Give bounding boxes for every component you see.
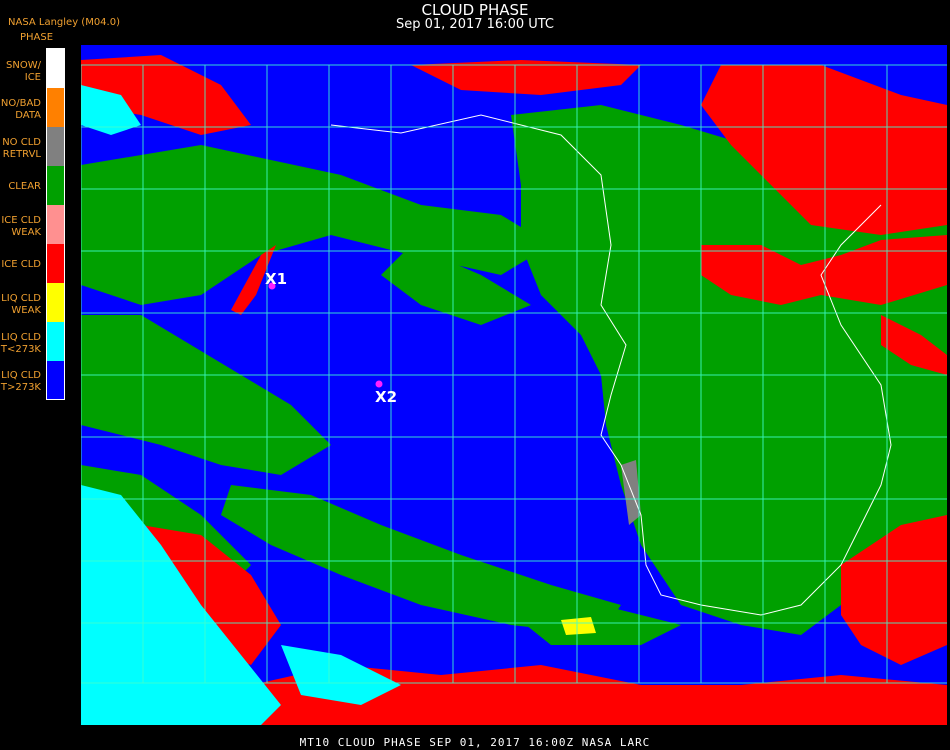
legend-swatch-ice-cld bbox=[47, 244, 64, 283]
legend-swatch-liq-cld-cold bbox=[47, 322, 64, 361]
legend-colorbar bbox=[46, 48, 65, 400]
legend-label-clear: CLEAR bbox=[8, 181, 41, 192]
legend-label-liq-cld-warm: LIQ CLD T>273K bbox=[0, 370, 41, 393]
footer-caption: MT10 CLOUD PHASE SEP 01, 2017 16:00Z NAS… bbox=[299, 736, 651, 749]
legend-label-snow-ice: SNOW/ ICE bbox=[6, 60, 41, 83]
legend-label-no-bad-data: NO/BAD DATA bbox=[0, 98, 41, 121]
weak-liquid-cloud-patch bbox=[561, 617, 596, 635]
legend-swatch-liq-cld-weak bbox=[47, 283, 64, 322]
legend-label-no-cld-retrvl: NO CLD RETRVL bbox=[2, 137, 41, 160]
legend-swatch-snow-ice bbox=[47, 49, 64, 88]
marker-x2-dot[interactable] bbox=[375, 380, 383, 388]
legend-swatch-liq-cld-warm bbox=[47, 361, 64, 399]
legend-swatch-ice-cld-weak bbox=[47, 205, 64, 244]
legend-label-liq-cld-cold: LIQ CLD T<273K bbox=[0, 332, 41, 355]
satellite-map[interactable]: X1 X2 bbox=[81, 45, 947, 725]
map-title: CLOUD PHASE bbox=[421, 1, 529, 19]
legend-title: PHASE bbox=[20, 32, 54, 43]
legend-label-ice-cld-weak: ICE CLD WEAK bbox=[1, 215, 41, 238]
legend-label-ice-cld: ICE CLD bbox=[1, 259, 41, 270]
legend-label-liq-cld-weak: LIQ CLD WEAK bbox=[1, 293, 41, 316]
legend-swatch-clear bbox=[47, 166, 64, 205]
marker-x1-label: X1 bbox=[265, 270, 287, 288]
marker-x2-label: X2 bbox=[375, 388, 397, 406]
legend-swatch-no-bad-data bbox=[47, 88, 64, 127]
map-timestamp: Sep 01, 2017 16:00 UTC bbox=[395, 17, 555, 32]
legend-swatch-no-cld-retrvl bbox=[47, 127, 64, 166]
cloud-phase-map: X1 X2 bbox=[81, 45, 947, 725]
